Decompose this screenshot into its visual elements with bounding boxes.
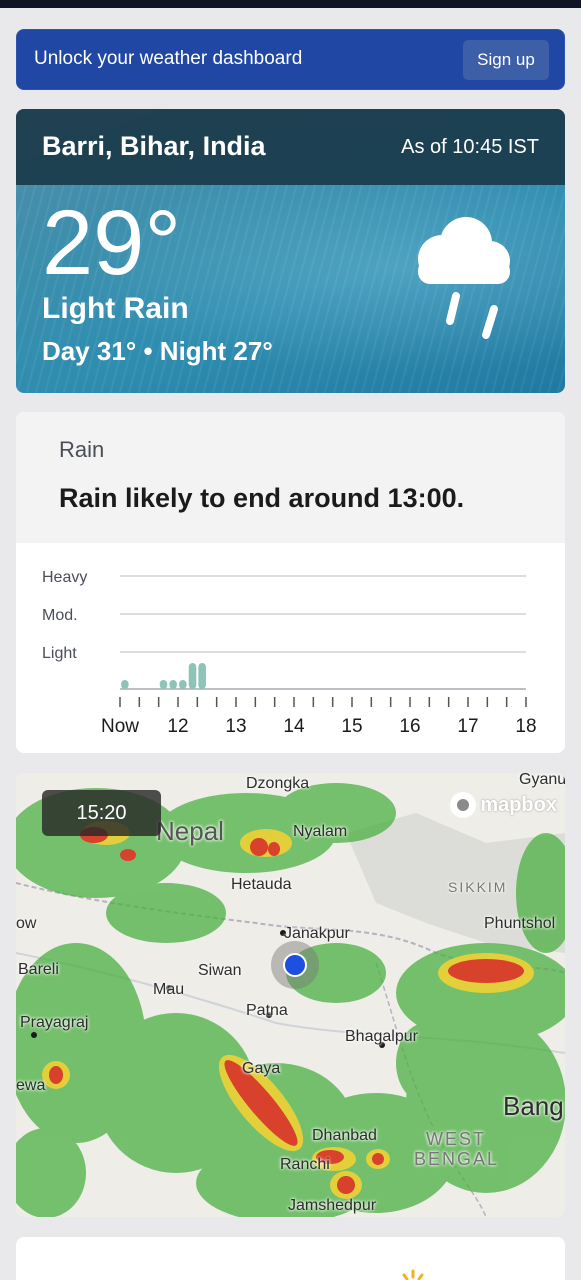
rain-intensity-chart: Heavy Mod. Light Now 12 13 14 15 16 17 18 [42, 569, 537, 737]
place-west: WEST [426, 1129, 486, 1149]
rain-bar [159, 680, 168, 689]
level-label: Light [42, 645, 77, 662]
sun-icon [402, 1269, 424, 1280]
place-bang: Bang [503, 1091, 564, 1121]
mapbox-label: mapbox [480, 793, 557, 816]
rain-summary: Rain likely to end around 13:00. [59, 483, 465, 513]
rain-forecast-card[interactable]: Rain Rain likely to end around 13:00. He… [16, 412, 565, 753]
x-tick-label: 14 [283, 716, 305, 737]
x-tick-label: 12 [167, 716, 188, 737]
sign-up-button[interactable]: Sign up [463, 40, 549, 80]
x-tick-label: 16 [399, 716, 420, 737]
banner-text: Unlock your weather dashboard [34, 48, 303, 69]
x-tick-label: 13 [225, 716, 246, 737]
place-nepal: Nepal [156, 816, 224, 846]
day-night-temperatures: Day 31° • Night 27° [42, 336, 273, 366]
as-of-time: As of 10:45 IST [401, 136, 539, 158]
place-bareli: Bareli [18, 961, 59, 978]
x-tick-label: 17 [457, 716, 478, 737]
unlock-dashboard-banner[interactable]: Unlock your weather dashboard Sign up [16, 29, 565, 90]
rain-label: Rain [59, 437, 105, 462]
place-ewa: ewa [16, 1077, 46, 1094]
radar-time-chip: 15:20 [42, 790, 161, 836]
place-gyanu: Gyanu [519, 773, 565, 788]
place-bhagalpur: Bhagalpur [345, 1028, 418, 1045]
current-conditions-card[interactable]: Barri, Bihar, India As of 10:45 IST 29° … [16, 109, 565, 393]
weather-phrase: Light Rain [42, 292, 189, 325]
level-label: Mod. [42, 607, 78, 624]
place-bengal: BENGAL [414, 1149, 500, 1169]
rain-bar [188, 663, 197, 689]
mapbox-logo-icon [450, 792, 477, 818]
place-siwan: Siwan [198, 962, 242, 979]
location-name: Barri, Bihar, India [42, 131, 266, 161]
radar-map[interactable]: Dzongka Gyanu Nyalam Nepal Hetauda SIKKI… [16, 773, 565, 1217]
current-location-dot [283, 953, 307, 977]
place-jamshedpur: Jamshedpur [288, 1197, 377, 1214]
current-temperature: 29° [42, 192, 182, 294]
place-gaya: Gaya [242, 1060, 281, 1077]
place-prayagraj: Prayagraj [20, 1014, 89, 1031]
x-tick-label: Now [101, 716, 139, 737]
rain-bar [198, 663, 206, 689]
mapbox-attribution[interactable]: mapbox [450, 791, 557, 819]
place-phuntshol: Phuntshol [484, 915, 556, 932]
current-conditions-header: Barri, Bihar, India As of 10:45 IST [16, 109, 565, 185]
level-label: Heavy [42, 569, 87, 586]
place-ranchi: Ranchi [280, 1156, 330, 1173]
place-hetauda: Hetauda [231, 876, 292, 893]
place-dhanbad: Dhanbad [312, 1127, 377, 1144]
status-bar-strip [0, 0, 581, 8]
place-ow: ow [16, 915, 37, 932]
cloud-rain-icon [418, 217, 510, 339]
x-tick-label: 15 [341, 716, 362, 737]
place-sikkim: SIKKIM [448, 879, 508, 895]
place-mau: Mau [153, 981, 185, 998]
rain-bar [121, 680, 129, 689]
place-nyalam: Nyalam [293, 823, 348, 840]
next-card[interactable] [16, 1237, 565, 1280]
place-patna: Patna [246, 1002, 288, 1019]
x-tick-label: 18 [515, 716, 536, 737]
place-dzongka: Dzongka [246, 775, 310, 792]
rain-header: Rain Rain likely to end around 13:00. [16, 412, 565, 543]
rain-bar [169, 680, 177, 689]
place-janakpur: Janakpur [284, 925, 350, 942]
rain-bar [179, 680, 187, 689]
